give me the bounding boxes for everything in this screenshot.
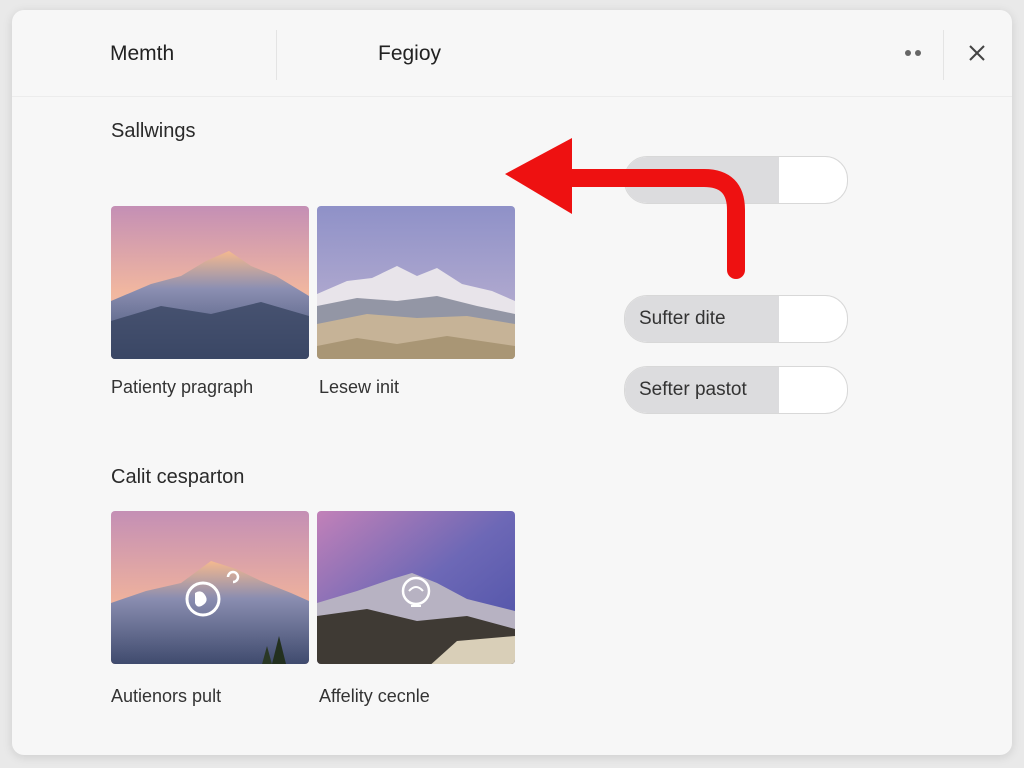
image-card-mountain-dusk[interactable] xyxy=(317,511,515,664)
globe-icon xyxy=(185,581,221,617)
header-divider xyxy=(943,30,944,80)
more-options-button[interactable] xyxy=(896,38,932,68)
card-caption: Autienors pult xyxy=(111,686,222,706)
tab-fegioy[interactable]: Fegioy xyxy=(378,42,441,66)
more-icon xyxy=(905,50,911,56)
refresh-icon xyxy=(226,570,240,584)
section-title-sallwings: Sallwings xyxy=(111,120,196,142)
card-caption: Affelity cecnle xyxy=(319,686,430,706)
toggle-sefter-pastot[interactable]: Sefter pastot xyxy=(624,366,848,414)
card-caption: Lesew init xyxy=(319,377,400,397)
bulb-icon xyxy=(401,576,431,607)
close-icon xyxy=(969,45,985,61)
toggle-label: Sefter pastot xyxy=(639,379,747,400)
header-divider xyxy=(276,30,277,80)
card-caption: Patienty pragraph xyxy=(111,377,254,397)
tab-memth[interactable]: Memth xyxy=(110,42,174,66)
toggle-label: Alutlai xyxy=(639,171,691,192)
window-header: Memth Fegioy xyxy=(12,10,1012,97)
settings-window: Memth Fegioy Sallwings Patienty pragraph… xyxy=(12,10,1012,755)
toggle-alutlai[interactable]: Alutlai xyxy=(624,156,848,204)
toggle-sufter-dite[interactable]: Sufter dite xyxy=(624,295,848,343)
mountain-thumbnail xyxy=(317,206,515,359)
image-card-mountain-snow[interactable] xyxy=(317,206,515,359)
toggle-label: Sufter dite xyxy=(639,308,726,329)
more-icon-dot xyxy=(915,50,921,56)
section-title-calit-cesparton: Calit cesparton xyxy=(111,466,245,488)
image-card-mountain-sunset[interactable] xyxy=(111,511,309,664)
image-card-mountain-pink[interactable] xyxy=(111,206,309,359)
close-button[interactable] xyxy=(962,38,992,68)
mountain-thumbnail xyxy=(111,206,309,359)
